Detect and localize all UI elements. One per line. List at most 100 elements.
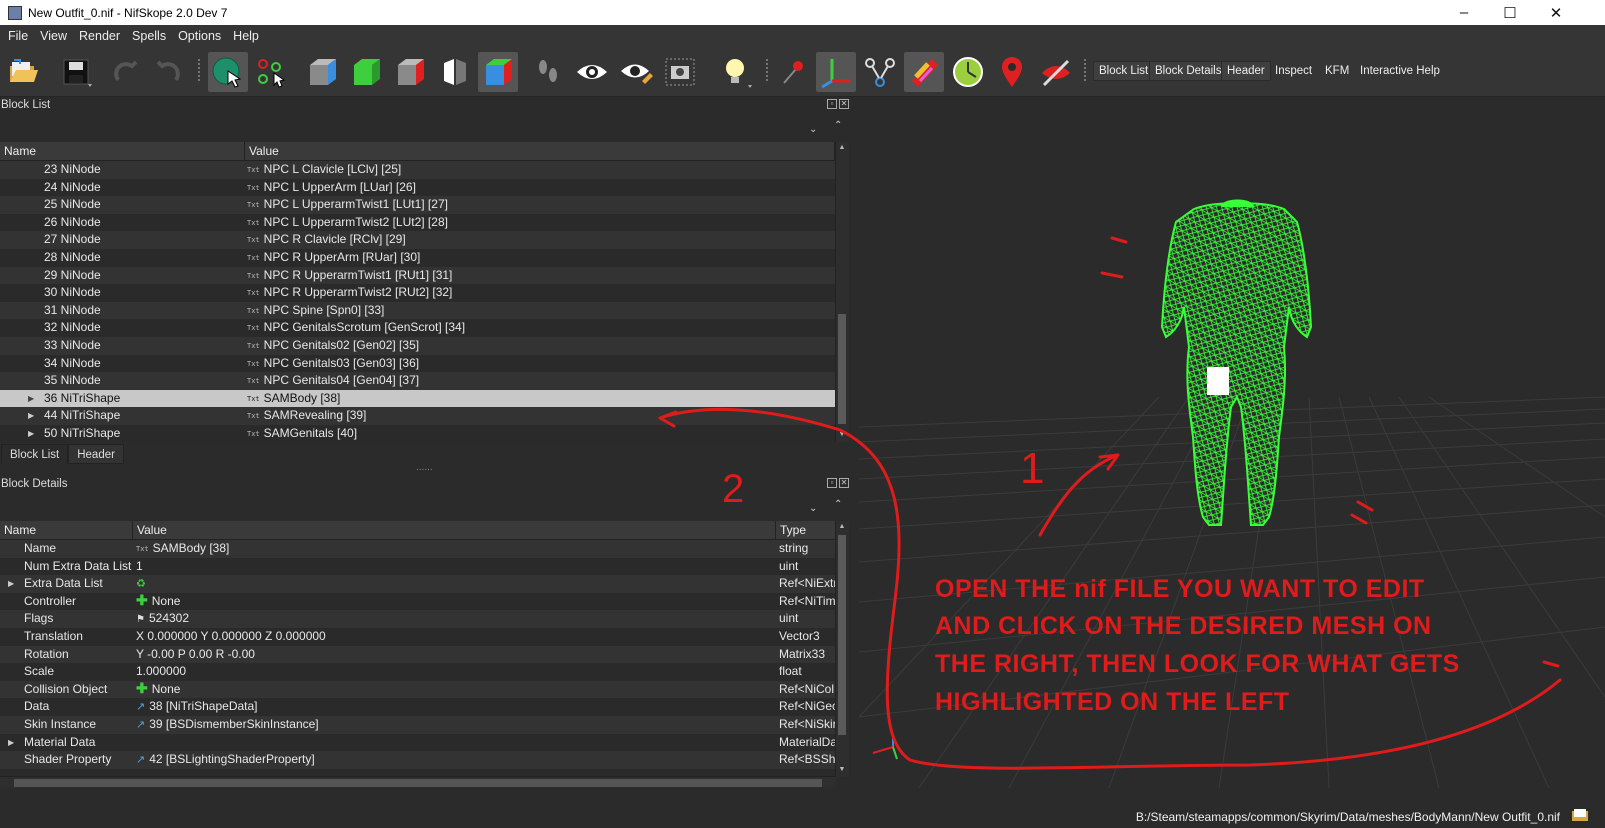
redo-icon[interactable] <box>148 52 188 92</box>
light-bulb-icon[interactable] <box>716 52 756 92</box>
table-row[interactable]: 27 NiNode Txt NPC R Clavicle [RClv] [29] <box>0 231 849 249</box>
detail-row[interactable]: Skin Instance ↗ 39 [BSDismemberSkinInstanc… <box>0 716 849 734</box>
show-edit-icon[interactable] <box>616 52 656 92</box>
table-row[interactable]: 30 NiNode Txt NPC R UpperarmTwist2 [RUt2] … <box>0 284 849 302</box>
table-row[interactable]: 33 NiNode Txt NPC Genitals02 [Gen02] [35] <box>0 337 849 355</box>
expand-arrow-icon[interactable]: ▶ <box>8 734 14 752</box>
show-nodes-icon[interactable] <box>776 52 816 92</box>
menu-help[interactable]: Help <box>227 29 265 43</box>
tab-block-list[interactable]: Block List <box>1 444 69 464</box>
table-row[interactable]: ▶ 36 NiTriShape Txt SAMBody [38] <box>0 389 849 408</box>
undo-icon[interactable] <box>106 52 146 92</box>
field-value-cell[interactable]: ✚ None <box>136 681 180 699</box>
block-details-dock-buttons[interactable]: ▫ ✕ <box>827 478 849 488</box>
expand-arrow-icon[interactable]: ▶ <box>28 425 34 442</box>
collapse-up-icon[interactable]: ⌃ <box>834 120 842 131</box>
toolbar-block-list-button[interactable]: Block List <box>1093 61 1155 81</box>
table-row[interactable]: 32 NiNode Txt NPC GenitalsScrotum [GenScro… <box>0 319 849 337</box>
block-list-scrollbar[interactable]: ▲ ▼ <box>835 142 849 442</box>
hide-collision-icon[interactable] <box>1036 52 1076 92</box>
block-details-scrollbar[interactable]: ▲ ▼ <box>835 521 849 777</box>
field-value-cell[interactable]: ♻ <box>136 575 146 594</box>
block-details-hscrollbar[interactable] <box>0 776 836 788</box>
detail-row[interactable]: Data ↗ 38 [NiTriShapeData] Ref<NiGec <box>0 698 849 716</box>
open-icon[interactable] <box>4 52 44 92</box>
menu-view[interactable]: View <box>34 29 73 43</box>
field-value-cell[interactable]: X 0.000000 Y 0.000000 Z 0.000000 <box>136 628 326 646</box>
table-row[interactable]: 34 NiNode Txt NPC Genitals03 [Gen03] [36] <box>0 355 849 373</box>
field-value-cell[interactable]: ⚑ 524302 <box>136 610 189 629</box>
toolbar-interactive-help-button[interactable]: Interactive Help <box>1355 61 1445 81</box>
expand-arrow-icon[interactable]: ▶ <box>28 407 34 425</box>
scroll-thumb[interactable] <box>838 535 846 735</box>
column-name[interactable]: Name <box>0 142 245 161</box>
detail-row[interactable]: Scale 1.000000 float <box>0 663 849 681</box>
menu-file[interactable]: File <box>2 29 34 43</box>
field-value-cell[interactable]: ↗ 38 [NiTriShapeData] <box>136 698 258 717</box>
detail-row[interactable]: ▶ Extra Data List ♻ Ref<NiExtr <box>0 575 849 593</box>
toolbar-kfm-button[interactable]: KFM <box>1320 61 1354 81</box>
field-value-cell[interactable]: ✚ None <box>136 593 180 611</box>
detail-row[interactable]: Name Txt SAMBody [38] string <box>0 540 849 558</box>
table-row[interactable]: 35 NiNode Txt NPC Genitals04 [Gen04] [37] <box>0 372 849 390</box>
field-value-cell[interactable]: 1.000000 <box>136 663 186 681</box>
splitter-handle[interactable]: ...... <box>416 462 433 473</box>
expand-arrow-icon[interactable]: ▶ <box>28 390 34 408</box>
field-value-cell[interactable]: Y -0.00 P 0.00 R -0.00 <box>136 646 255 664</box>
collapse-down-icon[interactable]: ⌄ <box>809 503 817 514</box>
detail-row[interactable]: Flags ⚑ 524302 uint <box>0 610 849 628</box>
table-row[interactable]: 25 NiNode Txt NPC L UpperarmTwist1 [LUt1] … <box>0 196 849 214</box>
table-row[interactable]: 29 NiNode Txt NPC R UpperarmTwist1 [RUt1] … <box>0 266 849 285</box>
toolbar-inspect-button[interactable]: Inspect <box>1270 61 1317 81</box>
column-value[interactable]: Value <box>245 142 835 161</box>
menu-render[interactable]: Render <box>73 29 126 43</box>
view-side-icon[interactable] <box>390 52 430 92</box>
table-row[interactable]: 23 NiNode Txt NPC L Clavicle [LClv] [25] <box>0 161 849 179</box>
expand-arrow-icon[interactable]: ▶ <box>8 575 14 593</box>
render-viewport[interactable] <box>859 97 1605 788</box>
table-row[interactable]: 24 NiNode Txt NPC L UpperArm [LUar] [26] <box>0 179 849 197</box>
close-button[interactable]: ✕ <box>1533 0 1579 25</box>
table-row[interactable]: ▶ 44 NiTriShape Txt SAMRevealing [39] <box>0 407 849 425</box>
scroll-down-icon[interactable]: ▼ <box>836 429 848 441</box>
minimize-button[interactable]: – <box>1441 0 1487 25</box>
detail-row[interactable]: Controller ✚ None Ref<NiTim <box>0 593 849 611</box>
select-vertex-icon[interactable] <box>252 52 292 92</box>
toolbar-block-details-button[interactable]: Block Details <box>1149 61 1228 81</box>
show-axes-icon[interactable] <box>816 52 856 92</box>
field-value-cell[interactable]: 1 <box>136 558 143 576</box>
column-value[interactable]: Value <box>133 521 776 540</box>
field-value-cell[interactable]: ↗ 42 [BSLightingShaderProperty] <box>136 751 315 770</box>
detail-row[interactable]: Translation X 0.000000 Y 0.000000 Z 0.000… <box>0 628 849 646</box>
table-row[interactable]: ▶ 50 NiTriShape Txt SAMGenitals [40] <box>0 425 849 442</box>
show-hidden-icon[interactable] <box>572 52 612 92</box>
detail-row[interactable]: ▶ Material Data MaterialDa <box>0 734 849 752</box>
show-vertex-colors-icon[interactable] <box>904 52 944 92</box>
scroll-up-icon[interactable]: ▲ <box>836 142 848 154</box>
collapse-down-icon[interactable]: ⌄ <box>809 124 817 135</box>
hscroll-thumb[interactable] <box>14 779 822 787</box>
menu-spells[interactable]: Spells <box>126 29 172 43</box>
screenshot-icon[interactable] <box>660 52 700 92</box>
close-icon[interactable]: ✕ <box>839 99 849 109</box>
float-icon[interactable]: ▫ <box>827 478 837 488</box>
walk-icon[interactable] <box>528 52 568 92</box>
close-icon[interactable]: ✕ <box>839 478 849 488</box>
view-flip-icon[interactable] <box>434 52 474 92</box>
tab-header[interactable]: Header <box>68 444 124 464</box>
menu-options[interactable]: Options <box>172 29 227 43</box>
show-lighting-icon[interactable] <box>948 52 988 92</box>
table-row[interactable]: 26 NiNode Txt NPC L UpperarmTwist2 [LUt2] … <box>0 214 849 232</box>
select-object-icon[interactable] <box>208 52 248 92</box>
float-icon[interactable]: ▫ <box>827 99 837 109</box>
view-perspective-icon[interactable] <box>478 52 518 92</box>
toolbar-header-button[interactable]: Header <box>1221 61 1271 81</box>
column-name[interactable]: Name <box>0 521 133 540</box>
show-constraints-icon[interactable] <box>860 52 900 92</box>
detail-row[interactable]: Collision Object ✚ None Ref<NiCol <box>0 680 849 699</box>
save-icon[interactable] <box>56 52 96 92</box>
show-markers-icon[interactable] <box>992 52 1032 92</box>
detail-row[interactable]: Shader Property ↗ 42 [BSLightingShaderProp… <box>0 751 849 769</box>
field-value-cell[interactable]: Txt SAMBody [38] <box>136 540 229 559</box>
scroll-thumb[interactable] <box>838 314 846 424</box>
